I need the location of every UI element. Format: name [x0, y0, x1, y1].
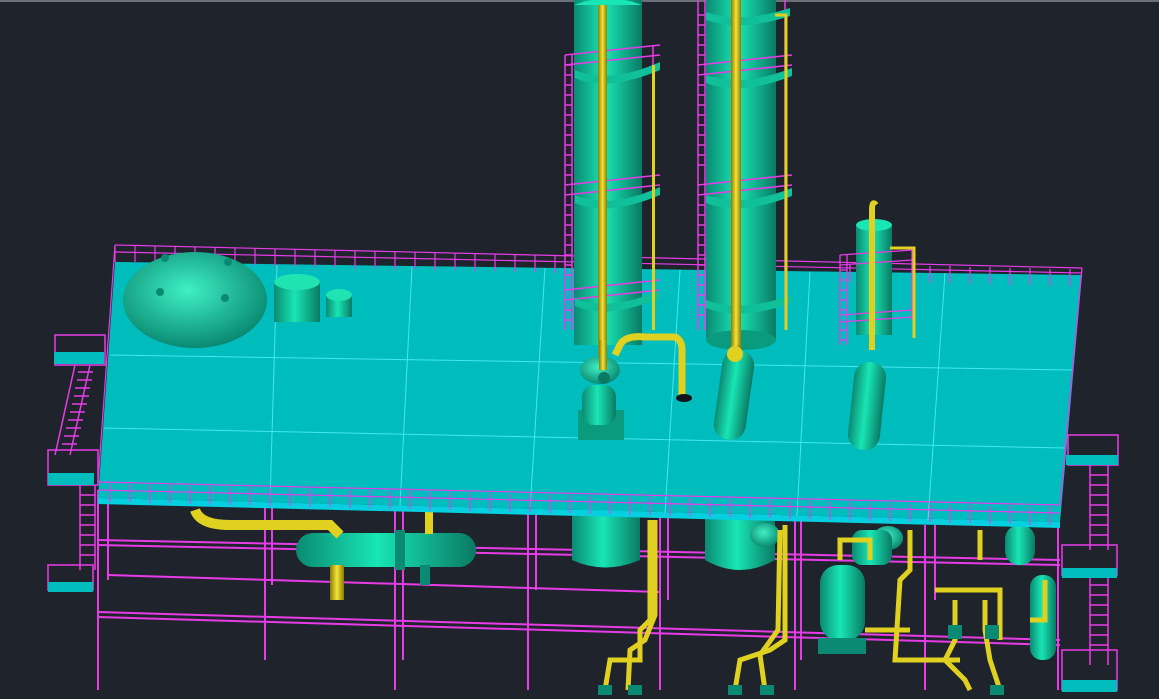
spherical-drum[interactable] [123, 252, 267, 348]
horizontal-exchanger[interactable] [296, 530, 476, 600]
underdeck-equipment[interactable] [190, 507, 1056, 695]
cad-3d-viewport[interactable] [0, 0, 1159, 699]
tower-right[interactable] [697, 0, 793, 355]
right-staircase [1061, 434, 1119, 691]
small-tank[interactable] [326, 289, 352, 317]
left-staircase [47, 334, 106, 591]
cylindrical-tank[interactable] [274, 274, 320, 322]
plant-model-canvas[interactable] [0, 0, 1159, 699]
tower-left[interactable] [564, 0, 661, 355]
